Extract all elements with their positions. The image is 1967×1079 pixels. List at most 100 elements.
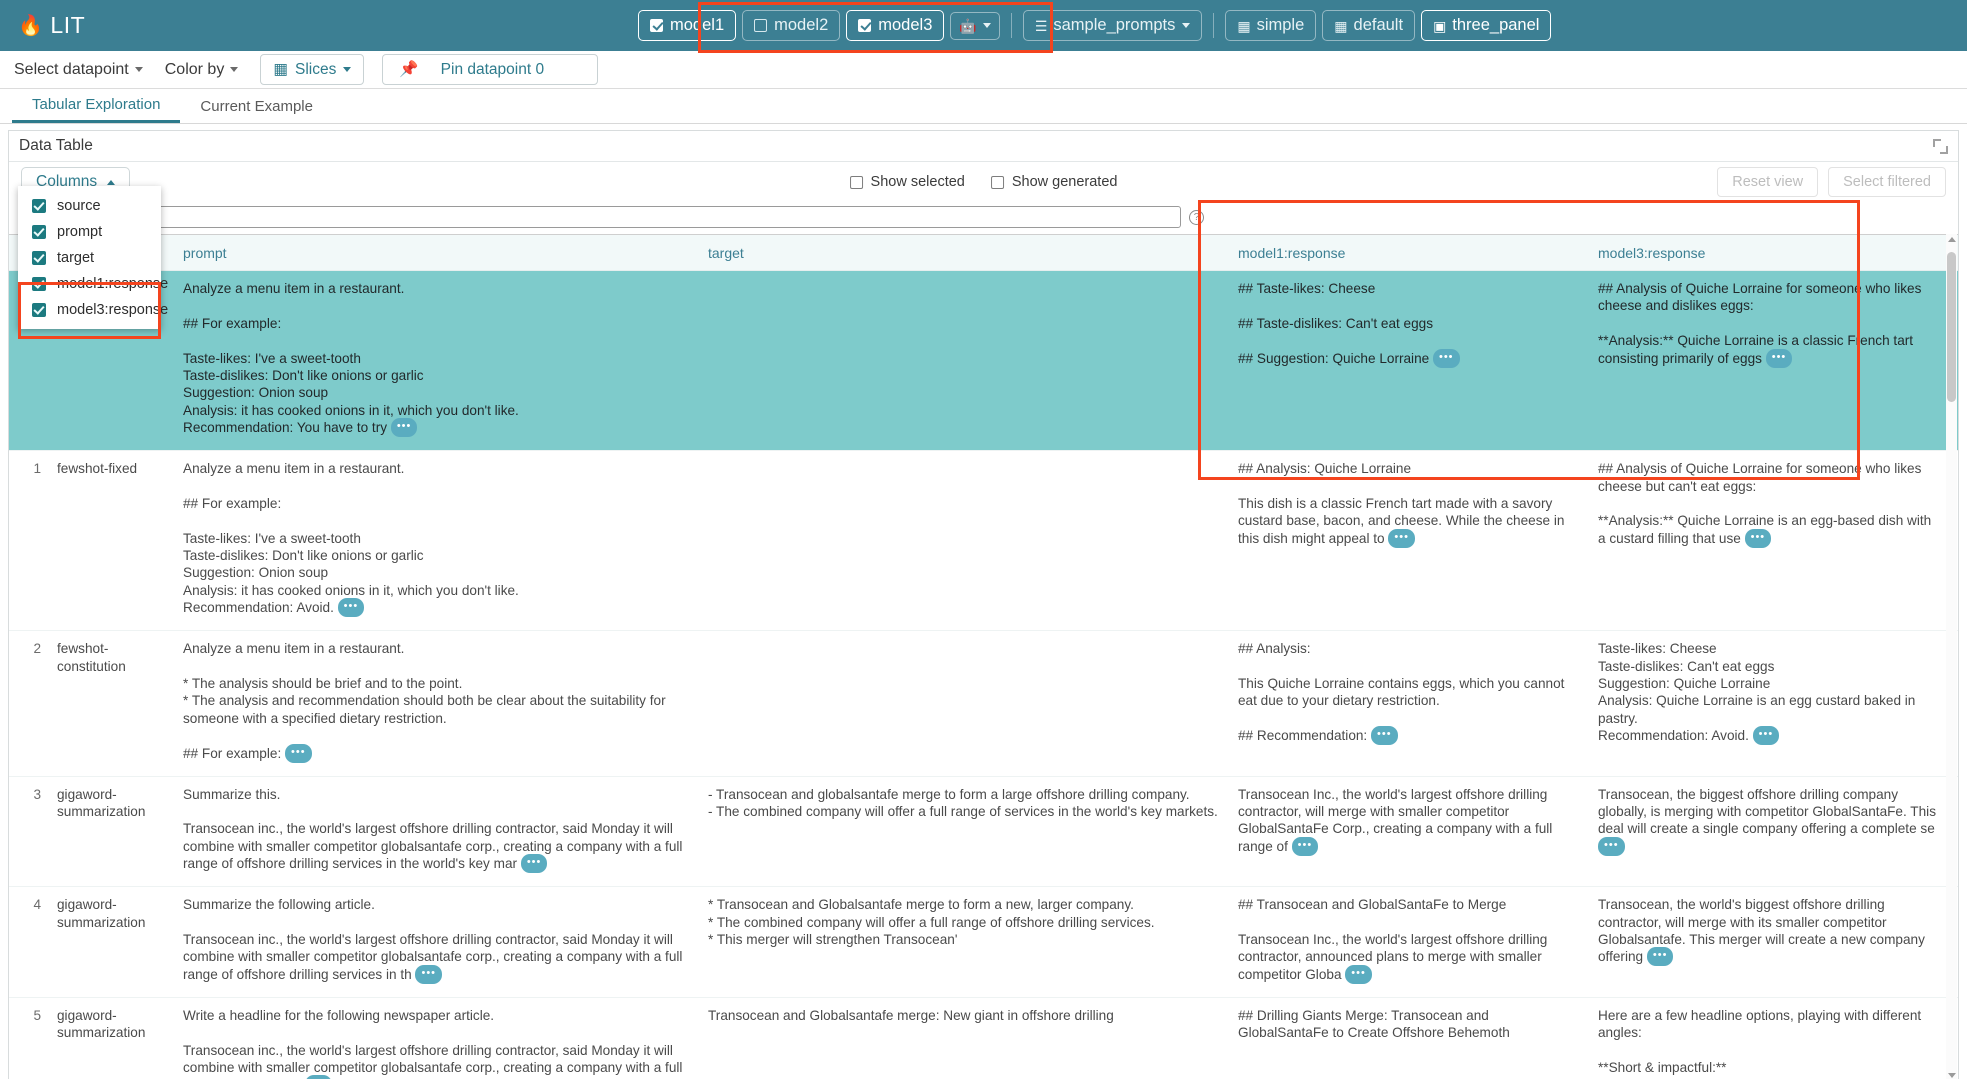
select-filtered-button[interactable]: Select filtered (1828, 167, 1946, 197)
cell-target[interactable] (700, 631, 1230, 776)
checkbox-icon[interactable] (32, 199, 46, 213)
table-search-row: ? (9, 202, 1958, 232)
select-datapoint-dropdown[interactable]: Select datapoint (8, 58, 149, 82)
layout-chip-three-panel[interactable]: ▣ three_panel (1421, 10, 1551, 41)
tab-tabular-exploration[interactable]: Tabular Exploration (12, 89, 180, 123)
cell-target[interactable]: - Transocean and globalsantafe merge to … (700, 776, 1230, 887)
columns-menu-item-source[interactable]: source (18, 193, 161, 219)
expand-dots-icon[interactable]: ••• (415, 965, 442, 984)
expand-dots-icon[interactable]: ••• (521, 854, 548, 873)
table-vertical-scrollbar[interactable] (1946, 234, 1957, 1079)
cell-model3-response[interactable]: ## Analysis of Quiche Lorraine for someo… (1590, 271, 1950, 451)
cell-model1-response[interactable]: ## Drilling Giants Merge: Transocean and… (1230, 997, 1590, 1079)
show-generated-checkbox[interactable]: Show generated (991, 174, 1118, 190)
expand-dots-icon[interactable]: ••• (1371, 726, 1398, 745)
column-header-model3-response[interactable]: model3:response (1590, 235, 1950, 271)
layout-chip-default[interactable]: ▦ default (1322, 10, 1415, 41)
cell-target[interactable] (700, 271, 1230, 451)
table-row[interactable]: Analyze a menu item in a restaurant. ## … (9, 271, 1958, 451)
search-input[interactable] (21, 206, 1181, 228)
cell-model3-response[interactable]: Transocean, the biggest offshore drillin… (1590, 776, 1950, 887)
expand-dots-icon[interactable]: ••• (305, 1075, 332, 1079)
cell-target[interactable] (700, 451, 1230, 631)
checkbox-icon[interactable] (850, 176, 863, 189)
cell-model1-response[interactable]: ## Analysis: Quiche Lorraine This dish i… (1230, 451, 1590, 631)
table-row[interactable]: 4 gigaword-summarization Summarize the f… (9, 887, 1958, 998)
columns-menu-item-model3-response[interactable]: model3:response (18, 297, 161, 323)
column-header-target[interactable]: target (700, 235, 1230, 271)
cell-target[interactable]: Transocean and Globalsantafe merge: New … (700, 997, 1230, 1079)
table-row[interactable]: 3 gigaword-summarization Summarize this.… (9, 776, 1958, 887)
cell-model3-response[interactable]: Transocean, the world's biggest offshore… (1590, 887, 1950, 998)
pin-datapoint-button[interactable]: 📌 Pin datapoint 0 (382, 54, 598, 85)
columns-menu-item-prompt[interactable]: prompt (18, 219, 161, 245)
columns-dropdown-menu[interactable]: source prompt target model1:response mod… (18, 186, 161, 329)
expand-dots-icon[interactable]: ••• (1647, 947, 1674, 966)
column-header-model1-response[interactable]: model1:response (1230, 235, 1590, 271)
checkbox-icon[interactable] (32, 277, 46, 291)
color-by-dropdown[interactable]: Color by (159, 58, 245, 82)
cell-prompt[interactable]: Summarize this. Transocean inc., the wor… (175, 776, 700, 887)
cell-model3-response[interactable]: Here are a few headline options, playing… (1590, 997, 1950, 1079)
cell-index: 1 (9, 451, 49, 631)
table-scroll-container[interactable]: prompt target model1:response model3:res… (9, 234, 1958, 1079)
scrollbar-thumb[interactable] (1947, 252, 1956, 402)
expand-dots-icon[interactable]: ••• (1292, 837, 1319, 856)
expand-dots-icon[interactable]: ••• (338, 598, 365, 617)
checkbox-icon[interactable] (858, 19, 871, 32)
checkbox-icon[interactable] (32, 251, 46, 265)
cell-model1-response[interactable]: ## Transocean and GlobalSantaFe to Merge… (1230, 887, 1590, 998)
checkbox-icon[interactable] (754, 19, 767, 32)
columns-menu-item-model1-response[interactable]: model1:response (18, 271, 161, 297)
columns-menu-item-target[interactable]: target (18, 245, 161, 271)
slices-button[interactable]: ▦ Slices (260, 54, 364, 85)
expand-dots-icon[interactable]: ••• (1745, 529, 1772, 548)
expand-dots-icon[interactable]: ••• (391, 418, 418, 437)
show-generated-label: Show generated (1012, 174, 1118, 190)
columns-menu-item-label: model1:response (57, 276, 168, 292)
expand-dots-icon[interactable]: ••• (1388, 529, 1415, 548)
table-row[interactable]: 2 fewshot-constitution Analyze a menu it… (9, 631, 1958, 776)
chevron-down-icon (343, 67, 351, 72)
table-row[interactable]: 5 gigaword-summarization Write a headlin… (9, 997, 1958, 1079)
cell-model3-response[interactable]: ## Analysis of Quiche Lorraine for someo… (1590, 451, 1950, 631)
cell-target[interactable]: * Transocean and Globalsantafe merge to … (700, 887, 1230, 998)
show-selected-checkbox[interactable]: Show selected (850, 174, 965, 190)
scroll-up-arrow-icon[interactable] (1948, 237, 1956, 242)
help-icon[interactable]: ? (1189, 210, 1204, 225)
cell-prompt[interactable]: Analyze a menu item in a restaurant. ## … (175, 451, 700, 631)
expand-dots-icon[interactable]: ••• (1753, 726, 1780, 745)
column-header-prompt[interactable]: prompt (175, 235, 700, 271)
cell-prompt[interactable]: Analyze a menu item in a restaurant. * T… (175, 631, 700, 776)
layout-chip-simple[interactable]: ▦ simple (1225, 10, 1316, 41)
cell-model1-response[interactable]: ## Taste-likes: Cheese ## Taste-dislikes… (1230, 271, 1590, 451)
cell-model3-response[interactable]: Taste-likes: Cheese Taste-dislikes: Can'… (1590, 631, 1950, 776)
cell-text: ## Analysis of Quiche Lorraine for someo… (1598, 281, 1921, 366)
model-chip-model1[interactable]: model1 (638, 10, 736, 41)
checkbox-icon[interactable] (32, 225, 46, 239)
cell-prompt[interactable]: Write a headline for the following newsp… (175, 997, 700, 1079)
pin-icon: 📌 (399, 60, 418, 79)
checkbox-icon[interactable] (991, 176, 1004, 189)
expand-dots-icon[interactable]: ••• (1345, 965, 1372, 984)
dataset-selector[interactable]: ☰ sample_prompts (1023, 10, 1203, 41)
cell-model1-response[interactable]: ## Analysis: This Quiche Lorraine contai… (1230, 631, 1590, 776)
expand-dots-icon[interactable]: ••• (1598, 837, 1625, 856)
expand-dots-icon[interactable]: ••• (1433, 349, 1460, 368)
cell-prompt[interactable]: Summarize the following article. Transoc… (175, 887, 700, 998)
checkbox-icon[interactable] (650, 19, 663, 32)
expand-dots-icon[interactable]: ••• (1766, 349, 1793, 368)
tab-current-example[interactable]: Current Example (180, 89, 333, 123)
model-chip-model2[interactable]: model2 (742, 10, 840, 41)
model-settings-button[interactable]: 🤖 (950, 12, 999, 40)
reset-view-button[interactable]: Reset view (1717, 167, 1818, 197)
columns-menu-item-label: prompt (57, 224, 102, 240)
expand-icon[interactable] (1933, 139, 1948, 154)
scroll-down-arrow-icon[interactable] (1948, 1073, 1956, 1078)
cell-prompt[interactable]: Analyze a menu item in a restaurant. ## … (175, 271, 700, 451)
table-row[interactable]: 1 fewshot-fixed Analyze a menu item in a… (9, 451, 1958, 631)
expand-dots-icon[interactable]: ••• (285, 744, 312, 763)
checkbox-icon[interactable] (32, 303, 46, 317)
cell-model1-response[interactable]: Transocean Inc., the world's largest off… (1230, 776, 1590, 887)
model-chip-model3[interactable]: model3 (846, 10, 944, 41)
